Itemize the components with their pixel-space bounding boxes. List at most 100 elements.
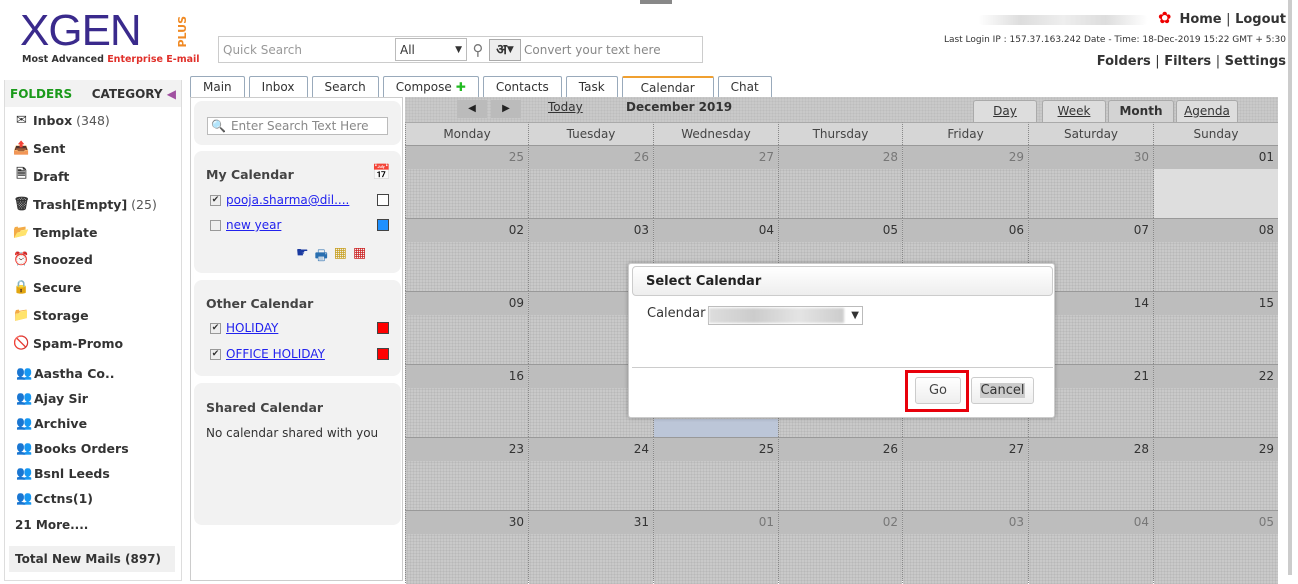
folder-secure[interactable]: 🔒 Secure — [5, 274, 181, 302]
subfolder-item[interactable]: 👥 Bsnl Leeds — [5, 461, 181, 486]
checkbox[interactable]: ✔ — [210, 194, 221, 206]
view-tab-agenda[interactable]: Agenda — [1176, 100, 1238, 123]
folder-spam-promo[interactable]: 🚫 Spam-Promo — [5, 329, 181, 357]
logo-plus: PLUS — [176, 16, 189, 48]
quick-search-input[interactable]: Quick Search — [219, 43, 395, 57]
subfolder-item[interactable]: 👥 Ajay Sir — [5, 386, 181, 411]
day-cell[interactable]: 03 — [902, 510, 1028, 584]
add-calendar-icon[interactable]: 📅 — [372, 163, 391, 181]
day-cell[interactable]: 22 — [1153, 364, 1278, 438]
day-cell[interactable]: 16 — [405, 364, 528, 438]
prev-month-button[interactable]: ◀ — [457, 100, 487, 118]
calendar-row-new-year[interactable]: new year — [210, 218, 281, 232]
add-event-icon[interactable]: ▦ — [334, 245, 347, 269]
subfolder-item[interactable]: 👥 Archive — [5, 411, 181, 436]
home-link[interactable]: Home — [1179, 12, 1221, 27]
import-calendar-icon[interactable]: ▦ — [353, 245, 366, 269]
search-icon[interactable]: ⚲ — [467, 41, 489, 59]
day-cell[interactable]: 09 — [405, 291, 528, 365]
tab-inbox[interactable]: Inbox — [248, 76, 308, 97]
print-icon[interactable]: 🖶 — [315, 245, 328, 269]
folder-draft[interactable]: 🗎 Draft — [5, 163, 181, 191]
day-cell[interactable]: 30 — [405, 510, 528, 584]
day-cell[interactable]: 02 — [405, 218, 528, 292]
checkbox[interactable]: ✔ — [210, 322, 221, 334]
user-folder-icon: 👥 — [16, 416, 33, 432]
settings-link[interactable]: Settings — [1225, 54, 1286, 69]
day-cell[interactable]: 28 — [1028, 437, 1153, 511]
tab-chat[interactable]: Chat — [717, 76, 772, 97]
folder-trash-empty-[interactable]: 🗑 Trash[Empty] (25) — [5, 190, 181, 218]
tab-task[interactable]: Task — [565, 76, 618, 97]
subfolder-item[interactable]: 👥 Books Orders — [5, 436, 181, 461]
day-cell[interactable]: 24 — [528, 437, 653, 511]
day-cell[interactable]: 01 — [1153, 145, 1278, 219]
day-cell[interactable]: 26 — [778, 437, 902, 511]
language-select[interactable]: अ ▼ — [489, 38, 521, 61]
folders-link[interactable]: Folders — [1097, 54, 1151, 69]
day-cell[interactable]: 05 — [1153, 510, 1278, 584]
cancel-button[interactable]: Cancel — [971, 377, 1034, 404]
folder-template[interactable]: 📂 Template — [5, 218, 181, 246]
filters-link[interactable]: Filters — [1164, 54, 1211, 69]
day-cell[interactable]: 29 — [902, 145, 1028, 219]
calendar-search-input[interactable]: 🔍 Enter Search Text Here — [207, 117, 388, 135]
folder-storage[interactable]: 📁 Storage — [5, 302, 181, 330]
day-cell[interactable]: 25 — [653, 437, 778, 511]
day-cell[interactable]: 31 — [528, 510, 653, 584]
weekday-header: Saturday — [1028, 122, 1153, 145]
day-cell[interactable]: 23 — [405, 437, 528, 511]
checkbox[interactable]: ✔ — [210, 348, 221, 360]
day-cell[interactable]: 25 — [405, 145, 528, 219]
folder-sent[interactable]: 📤 Sent — [5, 135, 181, 163]
day-cell[interactable]: 28 — [778, 145, 902, 219]
day-number: 24 — [529, 438, 653, 461]
checkbox[interactable] — [210, 219, 221, 231]
calendar-select[interactable]: ▼ — [708, 306, 863, 325]
subfolder-item[interactable]: 👥 Cctns(1) — [5, 486, 181, 511]
tab-contacts[interactable]: Contacts — [482, 76, 562, 97]
calendar-row-pooja[interactable]: ✔ pooja.sharma@dil.... — [210, 193, 349, 207]
day-cell[interactable]: 15 — [1153, 291, 1278, 365]
day-body — [529, 461, 653, 511]
day-cell[interactable]: 02 — [778, 510, 902, 584]
xgen-logo[interactable]: XGEN PLUS Most Advanced Enterprise E-mai… — [20, 4, 200, 68]
category-tab[interactable]: CATEGORY ◀ — [92, 87, 176, 101]
search-scope-select[interactable]: All ▼ — [395, 38, 467, 61]
convert-text-input[interactable]: Convert your text here — [521, 43, 661, 57]
next-month-button[interactable]: ▶ — [491, 100, 521, 118]
day-number: 05 — [779, 219, 902, 242]
day-body — [1154, 461, 1278, 511]
view-tab-week[interactable]: Week — [1042, 100, 1106, 123]
tab-main[interactable]: Main — [190, 76, 245, 97]
view-tab-day[interactable]: Day — [973, 100, 1037, 123]
day-cell[interactable]: 26 — [528, 145, 653, 219]
day-cell[interactable]: 30 — [1028, 145, 1153, 219]
logout-link[interactable]: Logout — [1235, 12, 1286, 27]
folder-inbox[interactable]: ✉ Inbox (348) — [5, 107, 181, 135]
day-cell[interactable]: 04 — [1028, 510, 1153, 584]
folder-snoozed[interactable]: ⏰ Snoozed — [5, 246, 181, 274]
day-cell[interactable]: 27 — [653, 145, 778, 219]
day-cell[interactable]: 08 — [1153, 218, 1278, 292]
color-swatch[interactable] — [377, 219, 389, 231]
subfolder-item[interactable]: 👥 Aastha Co.. — [5, 361, 181, 386]
color-swatch[interactable] — [377, 322, 389, 334]
view-tab-month[interactable]: Month — [1108, 100, 1174, 123]
tab-calendar[interactable]: Calendar — [621, 76, 714, 98]
weekday-header: Wednesday — [653, 122, 778, 145]
tab-compose[interactable]: Compose ✚ — [382, 76, 479, 97]
calendar-row-holiday[interactable]: ✔ HOLIDAY — [210, 321, 278, 335]
more-folders-link[interactable]: 21 More.... — [5, 511, 181, 539]
color-swatch[interactable] — [377, 348, 389, 360]
folders-tab[interactable]: FOLDERS — [10, 87, 72, 101]
share-hand-icon[interactable]: ☛ — [296, 245, 309, 269]
day-cell[interactable]: 29 — [1153, 437, 1278, 511]
color-swatch[interactable] — [377, 194, 389, 206]
today-button[interactable]: Today — [548, 100, 583, 114]
day-cell[interactable]: 27 — [902, 437, 1028, 511]
tab-search[interactable]: Search — [311, 76, 379, 97]
calendar-row-office-holiday[interactable]: ✔ OFFICE HOLIDAY — [210, 347, 325, 361]
day-cell[interactable]: 01 — [653, 510, 778, 584]
page-scrollbar[interactable] — [1288, 0, 1292, 575]
